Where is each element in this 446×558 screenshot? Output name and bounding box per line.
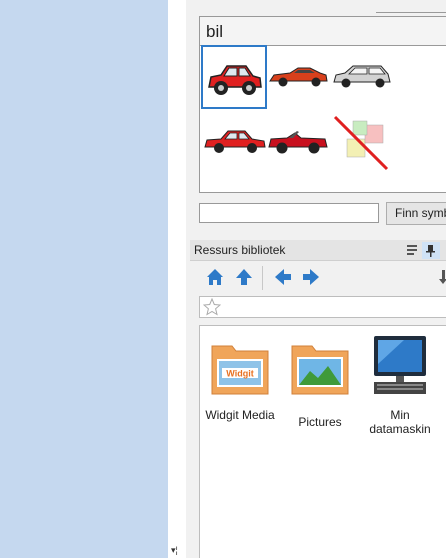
widgit-folder-text: Widgit bbox=[226, 369, 253, 379]
no-symbol-icon bbox=[333, 115, 389, 171]
toolbar-divider bbox=[262, 266, 263, 290]
symbol-word: bil bbox=[200, 17, 446, 46]
sedan-icon bbox=[204, 130, 266, 153]
library-item-pictures[interactable]: Pictures bbox=[280, 326, 360, 446]
star-icon[interactable] bbox=[202, 297, 222, 321]
symbol-no-symbol[interactable] bbox=[331, 111, 393, 171]
pictures-folder-icon bbox=[290, 338, 350, 401]
library-title: Ressurs bibliotek bbox=[194, 243, 286, 257]
left-pane bbox=[0, 0, 168, 558]
list-view-icon[interactable] bbox=[406, 243, 418, 264]
station-wagon-icon bbox=[333, 65, 391, 88]
find-symbol-button[interactable]: Finn symbol bbox=[386, 202, 446, 225]
back-arrow-icon[interactable] bbox=[274, 268, 292, 291]
symbol-panel: bil bbox=[199, 16, 446, 193]
symbol-red-sports-car[interactable] bbox=[268, 61, 330, 91]
sports-car-icon bbox=[269, 67, 328, 87]
divider bbox=[376, 12, 446, 13]
download-icon[interactable] bbox=[439, 268, 446, 291]
library-header: Ressurs bibliotek bbox=[190, 240, 446, 261]
favorites-bar bbox=[199, 296, 446, 318]
symbol-red-hatchback-car[interactable] bbox=[201, 45, 267, 109]
forward-arrow-icon[interactable] bbox=[302, 268, 320, 291]
symbol-silver-station-wagon[interactable] bbox=[331, 61, 393, 91]
car-icon bbox=[208, 65, 262, 95]
convertible-icon bbox=[268, 131, 328, 154]
library-item-label: Pictures bbox=[298, 415, 342, 429]
library-content: Widgit Widgit Media Pictures Min datamas… bbox=[199, 325, 446, 558]
widgit-folder-icon: Widgit bbox=[210, 338, 270, 401]
library-item-min-datamaskin[interactable]: Min datamaskin bbox=[360, 326, 440, 446]
library-item-label: Min datamaskin bbox=[369, 408, 431, 436]
computer-icon bbox=[370, 334, 430, 403]
home-icon[interactable] bbox=[206, 268, 224, 291]
up-arrow-icon[interactable] bbox=[235, 268, 253, 291]
symbol-red-convertible[interactable] bbox=[267, 125, 329, 157]
symbol-search-input[interactable] bbox=[199, 203, 379, 223]
library-item-widgit-media[interactable]: Widgit Widgit Media bbox=[200, 326, 280, 446]
pin-icon[interactable] bbox=[422, 242, 440, 259]
symbol-red-sedan[interactable] bbox=[203, 125, 267, 157]
library-item-label: Widgit Media bbox=[205, 408, 275, 422]
library-toolbar bbox=[199, 264, 446, 292]
resize-marker-icon[interactable]: ▾¦ bbox=[171, 546, 178, 555]
